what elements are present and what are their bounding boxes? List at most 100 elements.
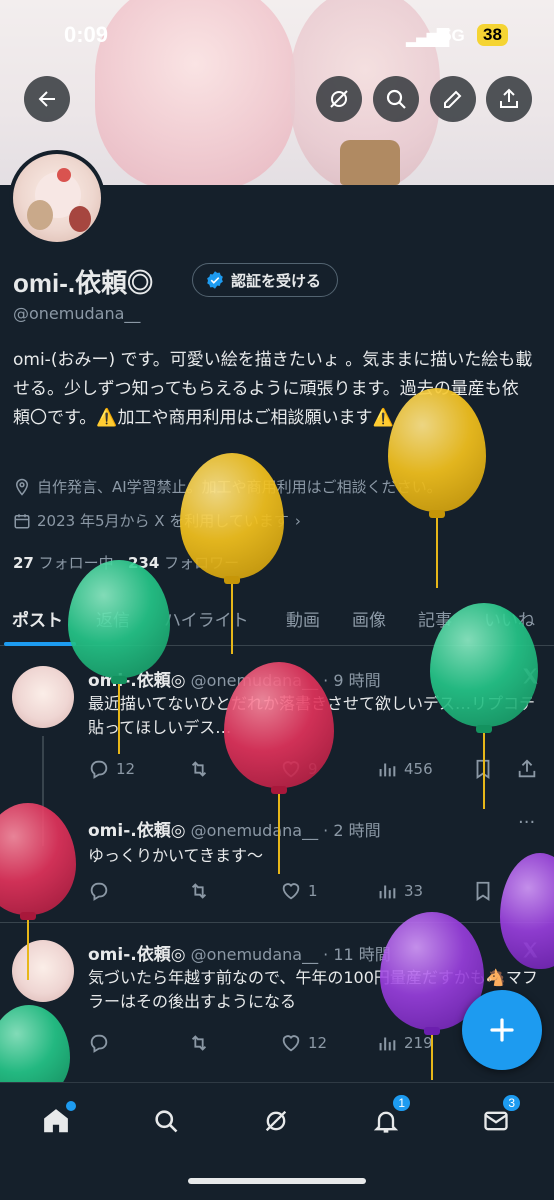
back-arrow-icon bbox=[38, 91, 55, 107]
grok-button[interactable] bbox=[316, 76, 362, 122]
nav-grok[interactable] bbox=[254, 1099, 298, 1143]
tweet-author-handle: @onemudana__ bbox=[190, 945, 319, 964]
nav-notifications[interactable]: 1 bbox=[364, 1093, 412, 1143]
tweet-time: · 2 時間 bbox=[323, 821, 381, 840]
view-count: 456 bbox=[404, 760, 433, 778]
tweet-divider bbox=[0, 922, 554, 923]
balloon-knot bbox=[271, 786, 287, 794]
heart-icon bbox=[282, 883, 300, 900]
retweet-button[interactable] bbox=[188, 880, 210, 902]
tweet-author-name: omi-.依頼◎ bbox=[88, 821, 186, 841]
notifications-badge: 1 bbox=[391, 1093, 412, 1113]
back-button[interactable] bbox=[24, 76, 70, 122]
location-icon bbox=[15, 478, 29, 496]
search-icon bbox=[155, 1110, 178, 1133]
views-button[interactable]: 456 bbox=[376, 758, 433, 780]
like-count: 12 bbox=[308, 1034, 328, 1052]
avatar-image bbox=[13, 154, 101, 242]
get-verified-label: 認証を受ける bbox=[231, 271, 322, 290]
tweet-header: omi-.依頼◎ @onemudana__ · 2 時間 bbox=[88, 816, 381, 841]
share-tweet-button[interactable] bbox=[516, 758, 538, 780]
share-button[interactable] bbox=[486, 76, 532, 122]
nav-messages[interactable]: 3 bbox=[474, 1093, 522, 1143]
tweet-actions: 1 33 bbox=[88, 880, 548, 904]
tweet-header: omi-.依頼◎ @onemudana__ · 11 時間 bbox=[88, 940, 391, 965]
balloon-purple bbox=[500, 853, 554, 969]
share-icon bbox=[500, 88, 518, 108]
like-button[interactable]: 1 bbox=[280, 880, 318, 902]
tweet-text: ゆっくりかいてきます〜 bbox=[88, 846, 264, 865]
balloon-knot bbox=[111, 676, 127, 684]
plus-icon bbox=[490, 1018, 514, 1042]
edit-button[interactable] bbox=[430, 76, 476, 122]
tab-videos[interactable]: 動画 bbox=[286, 606, 320, 631]
bookmark-icon bbox=[476, 881, 490, 901]
grok-icon bbox=[265, 1110, 287, 1132]
share-icon bbox=[518, 759, 536, 778]
views-icon bbox=[379, 763, 396, 777]
reply-button[interactable] bbox=[88, 880, 110, 902]
home-unread-dot bbox=[66, 1101, 76, 1111]
tweet-avatar[interactable] bbox=[12, 940, 74, 1002]
reply-icon bbox=[90, 882, 108, 901]
network-type: 5G bbox=[442, 26, 465, 45]
tab-posts[interactable]: ポスト bbox=[12, 606, 63, 631]
balloon-string bbox=[27, 920, 29, 980]
balloon-knot bbox=[424, 1027, 440, 1035]
profile-avatar[interactable] bbox=[9, 150, 105, 246]
retweet-button[interactable] bbox=[188, 1032, 210, 1054]
retweet-icon bbox=[191, 883, 207, 899]
grok-icon bbox=[330, 90, 348, 108]
tweet-time: · 9 時間 bbox=[323, 671, 381, 690]
heart-icon bbox=[282, 1035, 300, 1052]
views-icon bbox=[379, 885, 396, 899]
balloon-string bbox=[431, 1035, 433, 1080]
compose-button[interactable] bbox=[462, 990, 542, 1070]
bookmark-button[interactable] bbox=[472, 880, 494, 902]
balloon-yellow bbox=[388, 388, 486, 512]
balloon-yellow bbox=[180, 453, 284, 579]
chevron-right-icon: › bbox=[294, 511, 301, 530]
messages-badge: 3 bbox=[501, 1093, 522, 1113]
view-count: 33 bbox=[404, 882, 424, 900]
reply-button[interactable]: 12 bbox=[88, 758, 135, 780]
balloon-string bbox=[436, 518, 438, 588]
like-button[interactable]: 12 bbox=[280, 1032, 327, 1054]
balloon-green bbox=[430, 603, 538, 727]
reply-icon bbox=[90, 760, 108, 779]
views-button[interactable]: 33 bbox=[376, 880, 423, 902]
reply-count: 12 bbox=[116, 760, 136, 778]
profile-handle: @onemudana__ bbox=[13, 304, 141, 323]
tab-images[interactable]: 画像 bbox=[352, 606, 386, 631]
profile-name: omi-.依頼◎ bbox=[13, 268, 154, 298]
retweet-icon bbox=[191, 761, 207, 777]
more-options-icon[interactable]: ··· bbox=[518, 812, 535, 833]
balloon-red bbox=[0, 803, 76, 915]
balloon-knot bbox=[224, 576, 240, 584]
balloon-red bbox=[224, 662, 334, 788]
nav-home[interactable] bbox=[34, 1099, 78, 1143]
view-count: 219 bbox=[404, 1034, 433, 1052]
retweet-icon bbox=[191, 1035, 207, 1051]
battery-level: 38 bbox=[477, 24, 508, 46]
tweet-author-name: omi-.依頼◎ bbox=[88, 945, 186, 965]
nav-search[interactable] bbox=[144, 1099, 188, 1143]
balloon-knot bbox=[476, 725, 492, 733]
tab-highlights[interactable]: ハイライト bbox=[164, 606, 249, 631]
views-button[interactable]: 219 bbox=[376, 1032, 433, 1054]
edit-icon bbox=[444, 90, 462, 108]
verified-badge-icon bbox=[207, 271, 223, 289]
balloon-green bbox=[68, 560, 170, 678]
tweet-avatar[interactable] bbox=[12, 666, 74, 728]
retweet-button[interactable] bbox=[188, 758, 210, 780]
banner-illustration-sandwich bbox=[340, 140, 400, 185]
balloon-knot bbox=[429, 510, 445, 518]
get-verified-button[interactable]: 認証を受ける bbox=[192, 263, 339, 297]
home-icon bbox=[44, 1109, 68, 1133]
balloon-string bbox=[118, 684, 120, 754]
calendar-icon bbox=[14, 513, 30, 528]
reply-button[interactable] bbox=[88, 1032, 110, 1054]
views-icon bbox=[379, 1037, 396, 1051]
tweet-author-handle: @onemudana__ bbox=[190, 821, 319, 840]
search-button[interactable] bbox=[373, 76, 419, 122]
